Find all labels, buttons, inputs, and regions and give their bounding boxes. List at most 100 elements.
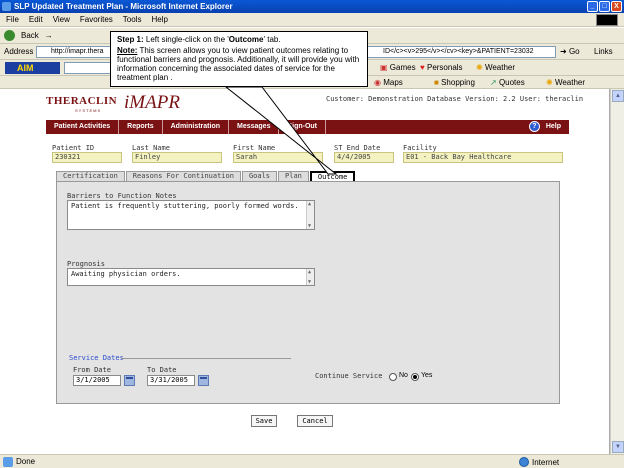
to-date-label: To Date — [147, 366, 177, 374]
address-value: http://imapr.thera — [51, 48, 104, 55]
outcome-panel: Barriers to Function Notes Patient is fr… — [56, 181, 560, 404]
go-label: Go — [568, 47, 580, 56]
callout-note: Note: This screen allows you to view pat… — [117, 46, 361, 82]
menu-view[interactable]: View — [53, 15, 70, 24]
status-text: Done — [16, 457, 36, 466]
tab-reasons-for-continuation[interactable]: Reasons For Continuation — [125, 171, 241, 181]
ie-logo-icon — [2, 2, 11, 11]
scroll-down-icon[interactable]: ▼ — [612, 441, 624, 453]
games-icon: ▣ — [380, 63, 388, 72]
close-button[interactable]: X — [611, 1, 622, 12]
menu-tools[interactable]: Tools — [123, 15, 142, 24]
sun-icon: ✺ — [476, 63, 483, 72]
quotes-link[interactable]: ↗ Quotes — [490, 78, 525, 87]
address-label: Address — [4, 47, 34, 56]
first-name-label: First Name — [233, 144, 276, 152]
prognosis-label: Prognosis — [67, 260, 105, 268]
games-label: Games — [389, 63, 416, 72]
save-button[interactable]: Save — [251, 415, 277, 427]
plan-tabs: Certification Reasons For Continuation G… — [56, 171, 356, 182]
to-calendar-icon[interactable] — [198, 375, 209, 386]
barriers-scrollbar[interactable] — [306, 201, 314, 229]
tab-plan[interactable]: Plan — [278, 171, 309, 181]
maps-link[interactable]: ◉ Maps — [374, 78, 403, 87]
scroll-up-icon[interactable]: ▲ — [612, 90, 624, 102]
maximize-button[interactable]: □ — [599, 1, 610, 12]
go-arrow-icon: ➜ — [560, 47, 567, 56]
from-date-label: From Date — [73, 366, 111, 374]
st-end-date-label: ST End Date — [334, 144, 381, 152]
weather-link-2[interactable]: ✺ Weather — [546, 78, 585, 87]
back-button[interactable]: Back — [21, 31, 39, 40]
windows-logo-icon — [596, 14, 618, 26]
nav-messages[interactable]: Messages — [229, 120, 280, 134]
nav-reports[interactable]: Reports — [119, 120, 163, 134]
to-date-input[interactable]: 3/31/2005 — [147, 375, 195, 386]
help-link[interactable]: ? Help — [528, 121, 561, 132]
go-button[interactable]: ➜ Go — [560, 47, 580, 56]
callout-step-text-a: Left single-click on the ' — [143, 35, 229, 44]
games-link[interactable]: ▣ Games — [380, 63, 416, 72]
prognosis-textarea[interactable]: Awaiting physician orders. — [67, 268, 315, 286]
callout-note-prefix: Note: — [117, 46, 138, 55]
last-name-label: Last Name — [132, 144, 170, 152]
shopping-link[interactable]: ■ Shopping — [434, 78, 475, 87]
forward-arrow-icon[interactable]: → — [45, 31, 53, 40]
window-title-bar: SLP Updated Treatment Plan - Microsoft I… — [0, 0, 624, 13]
personals-label: Personals — [426, 63, 463, 72]
customer-info: Customer: Demonstration Database Version… — [326, 95, 584, 103]
address-tail: ID</c><v>295</v></cv><key>&PATIENT=23032 — [383, 48, 534, 55]
continue-no-radio[interactable] — [389, 373, 397, 381]
callout-step-target: Outcome — [228, 35, 264, 44]
heart-icon: ♥ — [420, 63, 425, 72]
nav-sign-out[interactable]: Sign-Out — [279, 120, 327, 134]
page-scrollbar[interactable]: ▲ ▼ — [610, 89, 624, 454]
shopping-icon: ■ — [434, 78, 439, 87]
minimize-button[interactable]: _ — [587, 1, 598, 12]
callout-step-line: Step 1: Left single-click on the 'Outcom… — [117, 35, 361, 44]
last-name-field: Finley — [132, 152, 222, 163]
nav-patient-activities[interactable]: Patient Activities — [46, 120, 120, 134]
st-end-date-field: 4/4/2005 — [334, 152, 394, 163]
patient-id-field: 230321 — [52, 152, 122, 163]
tab-goals[interactable]: Goals — [241, 171, 278, 181]
from-calendar-icon[interactable] — [124, 375, 135, 386]
personals-link[interactable]: ♥ Personals — [420, 63, 463, 72]
continue-yes-radio[interactable] — [411, 373, 419, 381]
menu-help[interactable]: Help — [151, 15, 167, 24]
page-done-icon — [3, 457, 13, 467]
menu-edit[interactable]: Edit — [29, 15, 43, 24]
continue-service-label: Continue Service — [315, 372, 383, 380]
help-icon: ? — [528, 121, 540, 132]
menu-favorites[interactable]: Favorites — [80, 15, 113, 24]
barriers-label: Barriers to Function Notes — [67, 192, 177, 200]
nav-administration[interactable]: Administration — [163, 120, 229, 134]
menu-file[interactable]: File — [6, 15, 19, 24]
tab-certification[interactable]: Certification — [56, 171, 125, 181]
service-dates-divider — [121, 358, 291, 359]
facility-label: Facility — [403, 144, 437, 152]
theraclin-logo-sub: SYSTEMS — [75, 108, 102, 113]
quotes-icon: ↗ — [490, 78, 497, 87]
callout-note-text: This screen allows you to view patient o… — [117, 46, 360, 82]
links-button[interactable]: Links — [594, 47, 613, 56]
barriers-textarea[interactable]: Patient is frequently stuttering, poorly… — [67, 200, 315, 230]
weather-label-2: Weather — [554, 78, 586, 87]
back-arrow-icon[interactable] — [4, 30, 15, 41]
cancel-button[interactable]: Cancel — [297, 415, 333, 427]
first-name-field: Sarah — [233, 152, 323, 163]
patient-id-label: Patient ID — [52, 144, 95, 152]
shopping-label: Shopping — [441, 78, 475, 87]
maps-icon: ◉ — [374, 78, 381, 87]
status-bar: Done Internet — [0, 454, 624, 468]
from-date-input[interactable]: 3/1/2005 — [73, 375, 121, 386]
aim-logo[interactable]: AIM — [5, 62, 60, 74]
menu-bar: File Edit View Favorites Tools Help — [0, 13, 624, 27]
prognosis-value: Awaiting physician orders. — [71, 270, 181, 278]
prognosis-scrollbar[interactable] — [306, 269, 314, 285]
weather-link[interactable]: ✺ Weather — [476, 63, 515, 72]
security-zone: Internet — [519, 457, 559, 467]
continue-yes-label: Yes — [421, 372, 433, 379]
callout-step-prefix: Step 1: — [117, 35, 144, 44]
service-dates-title: Service Dates — [69, 354, 124, 362]
